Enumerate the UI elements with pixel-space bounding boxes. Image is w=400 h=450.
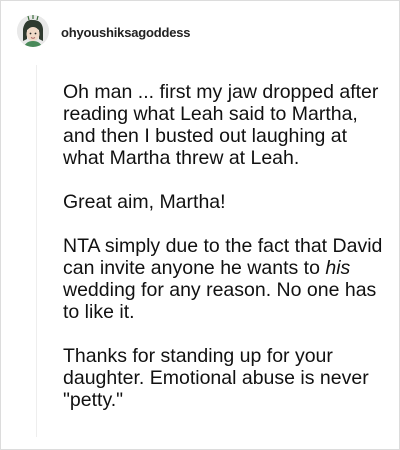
comment-paragraph: Oh man ... first my jaw dropped after re… bbox=[63, 81, 379, 169]
comment-body: Oh man ... first my jaw dropped after re… bbox=[63, 81, 389, 411]
comment-emphasis: his bbox=[325, 257, 351, 279]
user-avatar[interactable] bbox=[17, 15, 49, 47]
comment-paragraph: NTA simply due to the fact that David ca… bbox=[63, 235, 389, 323]
comment-paragraph: Thanks for standing up for your daughter… bbox=[63, 345, 369, 411]
comment-paragraph: Great aim, Martha! bbox=[63, 191, 226, 213]
comment-card: ohyoushiksagoddess Oh man ... first my j… bbox=[0, 0, 400, 450]
comment-text: wedding for any reason. No one has to li… bbox=[63, 279, 377, 323]
avatar-illustration-icon bbox=[17, 15, 49, 47]
username-link[interactable]: ohyoushiksagoddess bbox=[61, 25, 191, 40]
thread-line bbox=[36, 65, 37, 437]
